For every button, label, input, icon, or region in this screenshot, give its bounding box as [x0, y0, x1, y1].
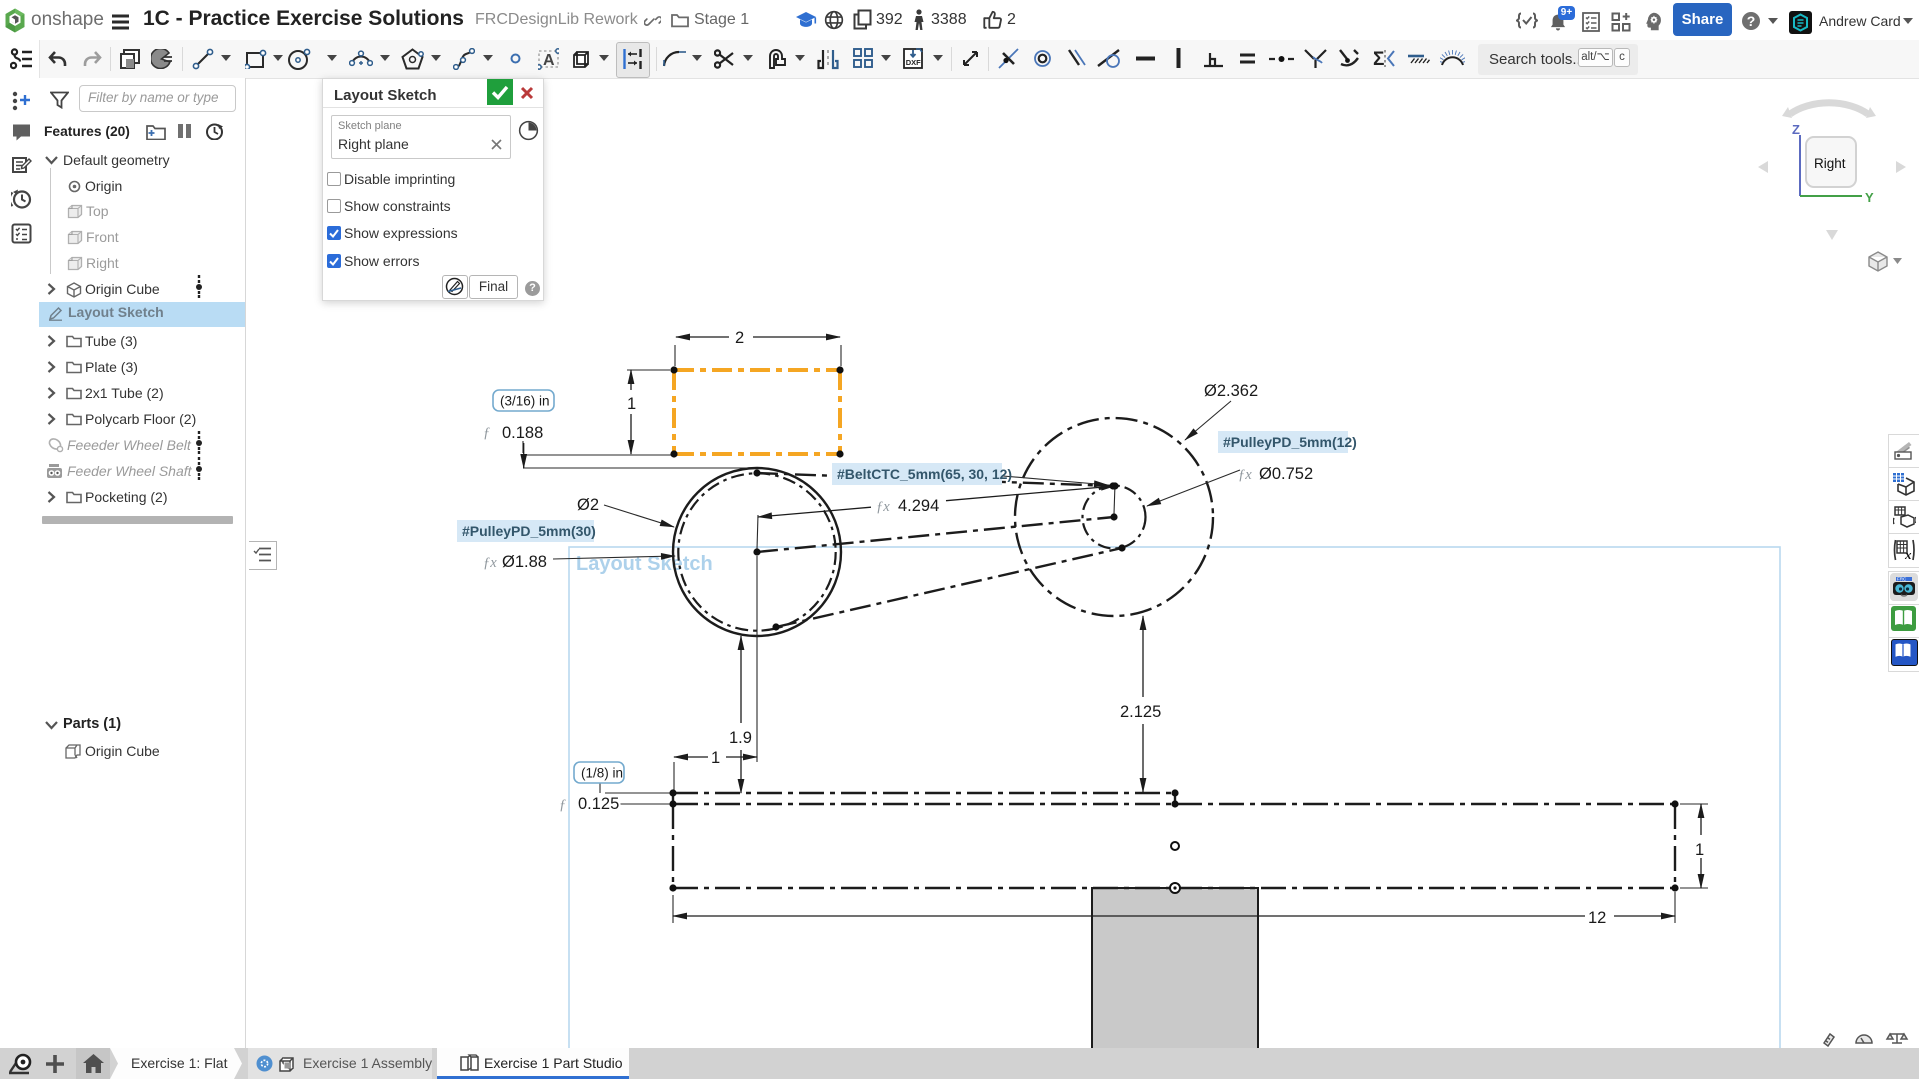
svg-text:4.294: 4.294	[898, 497, 939, 515]
svg-text:2: 2	[735, 329, 744, 347]
svg-text:1: 1	[711, 749, 720, 767]
svg-text:0.188: 0.188	[502, 424, 543, 442]
svg-text:2.125: 2.125	[1120, 703, 1161, 721]
svg-text:A: A	[543, 52, 555, 69]
svg-text:12: 12	[1588, 909, 1606, 927]
svg-text:Y: Y	[1865, 190, 1874, 205]
svg-text:1: 1	[1695, 841, 1704, 859]
svg-text:ƒ: ƒ	[483, 425, 490, 441]
svg-text:0.125: 0.125	[578, 795, 619, 813]
svg-text:(1/8) in: (1/8) in	[581, 766, 623, 781]
svg-text:Z: Z	[1792, 122, 1800, 137]
svg-text:#PulleyPD_5mm(30): #PulleyPD_5mm(30)	[462, 523, 596, 539]
svg-text:ƒ: ƒ	[559, 797, 566, 813]
svg-text:1.9: 1.9	[729, 729, 752, 747]
svg-text:Ø2.362: Ø2.362	[1204, 382, 1258, 400]
svg-text:#BeltCTC_5mm(65, 30, 12): #BeltCTC_5mm(65, 30, 12)	[837, 466, 1012, 482]
svg-text:ƒx: ƒx	[1238, 467, 1252, 483]
svg-text:Ø2: Ø2	[577, 496, 599, 514]
svg-text:ƒx: ƒx	[876, 499, 890, 515]
svg-text:x: x	[1904, 547, 1912, 561]
svg-text:Ø1.88: Ø1.88	[502, 553, 547, 571]
svg-text:Σ: Σ	[1373, 49, 1384, 68]
svg-text:1: 1	[627, 395, 636, 413]
svg-text:DXF: DXF	[906, 58, 921, 67]
svg-text:(3/16) in: (3/16) in	[500, 394, 550, 409]
svg-text:FRC: FRC	[1897, 577, 1907, 582]
svg-text:Ø0.752: Ø0.752	[1259, 465, 1313, 483]
svg-text:#PulleyPD_5mm(12): #PulleyPD_5mm(12)	[1223, 434, 1357, 450]
svg-text:ƒx: ƒx	[483, 555, 497, 571]
svg-text:Right: Right	[1814, 156, 1846, 171]
